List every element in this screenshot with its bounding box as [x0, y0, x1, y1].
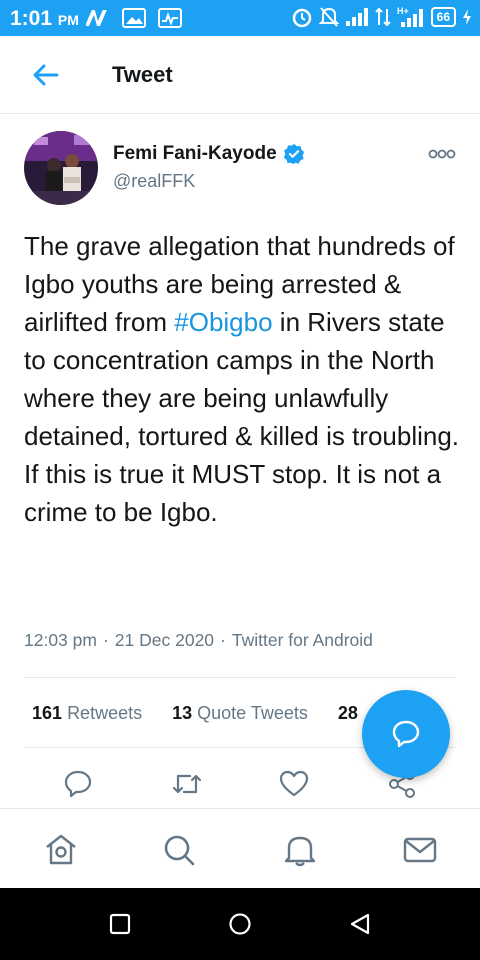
bottom-navigation: [0, 808, 480, 888]
data-transfer-icon: [374, 7, 391, 27]
app-header: Tweet: [0, 36, 480, 114]
page-title: Tweet: [112, 62, 173, 87]
n-logo-icon: [86, 10, 107, 26]
circle-icon: [229, 913, 251, 935]
tweet-time: 12:03 pm: [24, 630, 97, 650]
bell-icon: [284, 836, 316, 867]
tweet-source-link[interactable]: Twitter for Android: [232, 630, 373, 650]
likes-count: 28: [337, 703, 358, 723]
triangle-back-icon: [350, 913, 370, 935]
retweets-stat[interactable]: 161 Retweets: [32, 703, 142, 724]
compose-reply-button[interactable]: [362, 690, 450, 778]
status-time: 1:01 PM: [10, 7, 79, 31]
status-time-ampm: PM: [57, 12, 79, 28]
like-button[interactable]: [278, 768, 310, 800]
system-status-icons: H+ 66: [291, 6, 472, 28]
quote-tweets-count: 13: [172, 703, 193, 723]
search-icon: [164, 835, 195, 866]
signal-icon: [345, 8, 368, 26]
retweet-icon: [172, 774, 202, 794]
system-navigation-bar: [0, 888, 480, 960]
mail-icon: [403, 837, 437, 863]
nav-home[interactable]: [42, 831, 80, 869]
home-icon: [46, 834, 76, 865]
heart-icon: [279, 770, 309, 797]
author-name[interactable]: Femi Fani-Kayode: [113, 143, 305, 165]
quote-tweets-stat[interactable]: 13 Quote Tweets: [172, 703, 308, 724]
tweet-text: The grave allegation that hundreds of Ig…: [24, 227, 464, 531]
arrow-left-icon: [33, 64, 59, 86]
mute-icon: [318, 7, 339, 27]
retweet-button[interactable]: [170, 768, 202, 800]
nav-search[interactable]: [160, 831, 198, 869]
recents-button[interactable]: [108, 912, 132, 936]
retweets-label: Retweets: [67, 703, 143, 723]
battery-indicator: 66: [430, 7, 456, 27]
reply-button[interactable]: [62, 768, 94, 800]
home-system-button[interactable]: [228, 912, 252, 936]
square-icon: [109, 913, 131, 935]
avatar-image: [24, 131, 98, 205]
nav-notifications[interactable]: [281, 831, 319, 869]
back-button[interactable]: [30, 60, 62, 90]
more-options-button[interactable]: [428, 146, 456, 162]
nav-messages[interactable]: [401, 831, 439, 869]
notification-icons: [86, 8, 182, 28]
hashtag-link[interactable]: #Obigbo: [174, 307, 272, 337]
reply-icon: [64, 770, 92, 798]
author-handle[interactable]: @realFFK: [113, 171, 195, 192]
divider: [24, 677, 456, 678]
image-notification-icon: [122, 8, 146, 28]
compose-reply-icon: [392, 720, 420, 748]
tweet-timestamp: 12:03 pm · 21 Dec 2020 · Twitter for Android: [24, 630, 373, 650]
more-options-icon: [428, 149, 456, 159]
avatar[interactable]: [24, 131, 98, 205]
verified-badge-icon: [283, 143, 304, 165]
tweet-date: 21 Dec 2020: [114, 630, 215, 650]
signal-hplus-icon: H+: [397, 6, 423, 27]
activity-notification-icon: [158, 8, 182, 28]
likes-stat[interactable]: 28: [338, 703, 358, 724]
status-time-value: 1:01: [10, 7, 53, 30]
back-system-button[interactable]: [348, 912, 372, 936]
quote-tweets-label: Quote Tweets: [197, 703, 308, 723]
tweet-text-part: in Rivers state to concentration camps i…: [24, 307, 460, 527]
svg-text:H+: H+: [397, 6, 409, 16]
author-name-text: Femi Fani-Kayode: [113, 143, 277, 164]
tweet-stats: 161 Retweets 13 Quote Tweets 28: [32, 703, 358, 724]
retweets-count: 161: [32, 703, 63, 723]
alarm-icon: [292, 8, 311, 28]
charging-icon: [463, 9, 471, 25]
status-bar: 1:01 PM H+ 66: [0, 0, 480, 36]
